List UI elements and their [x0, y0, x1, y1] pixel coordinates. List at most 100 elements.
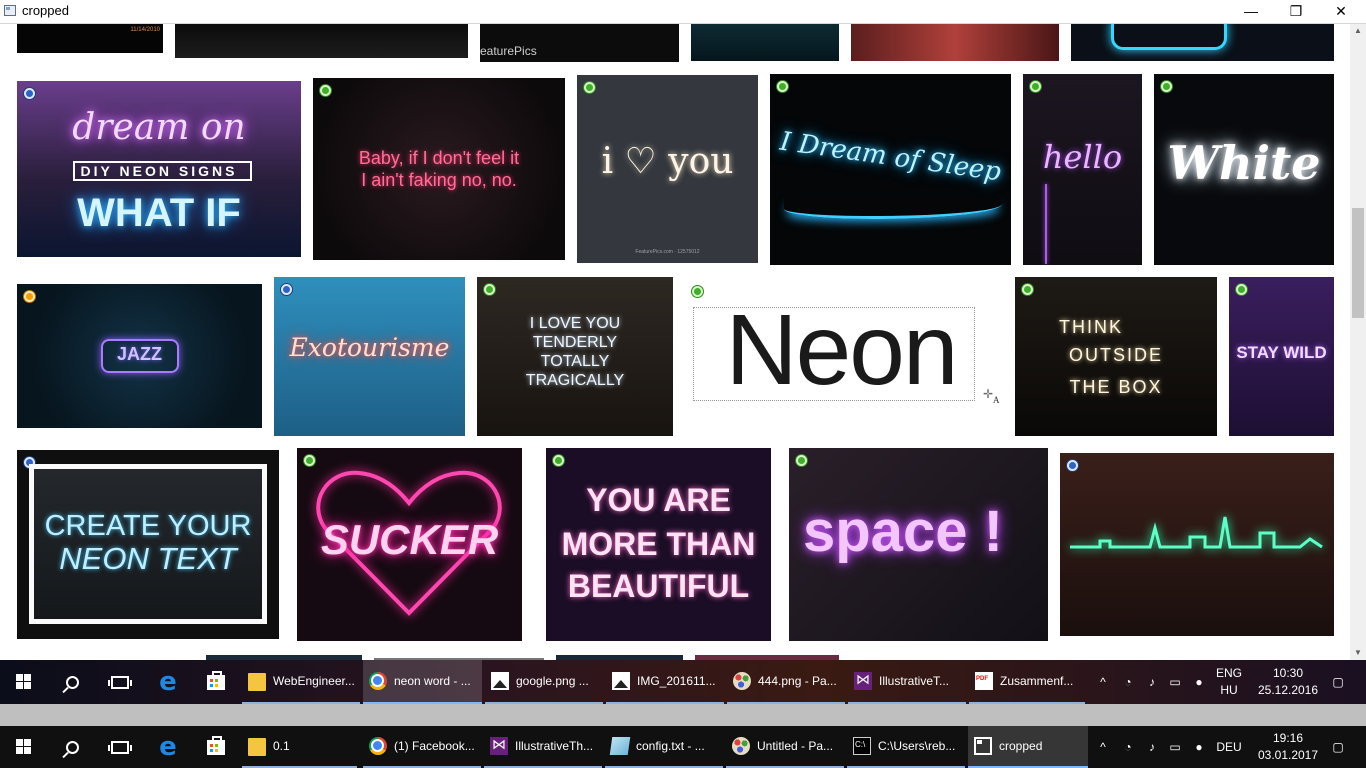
chrome-icon: [369, 672, 387, 690]
scroll-down-arrow-icon[interactable]: ▼: [1350, 646, 1366, 660]
edge-button[interactable]: e: [144, 660, 192, 704]
paint-icon: [733, 672, 751, 690]
thumbnail-top-4[interactable]: [691, 24, 839, 61]
thumbnail-dream-of-sleep[interactable]: I Dream of Sleep: [770, 74, 1011, 265]
thumbnail-exotourisme[interactable]: Exotourisme: [274, 277, 465, 436]
taskbar-app-button[interactable]: IllustrativeT...: [848, 660, 966, 704]
thumbnail-top-2[interactable]: [175, 24, 468, 58]
language-indicator[interactable]: DEU: [1212, 726, 1246, 768]
thumbnail-hello[interactable]: hello: [1023, 74, 1142, 265]
taskbar-app-button[interactable]: neon word - ...: [363, 660, 482, 704]
scroll-up-arrow-icon[interactable]: ▲: [1350, 24, 1366, 38]
thumbnail-dream-on[interactable]: dream on DIY NEON SIGNS WHAT IF: [17, 81, 301, 257]
edge-icon: e: [159, 732, 177, 762]
folder-icon: [248, 673, 266, 691]
neon-shape: [1111, 24, 1227, 50]
notification-center-icon[interactable]: ▢: [1320, 660, 1356, 704]
watermark-text: eaturePics: [480, 44, 537, 58]
thumbnail-beautiful[interactable]: YOU ARE MORE THAN BEAUTIFUL: [546, 448, 771, 641]
taskbar-app-button[interactable]: config.txt - ...: [605, 726, 723, 768]
source-badge-icon: [320, 85, 331, 96]
notification-center-icon[interactable]: ▢: [1320, 726, 1356, 768]
language-indicator[interactable]: ENG HU: [1212, 660, 1246, 704]
thumbnail-stay-wild[interactable]: STAY WILD: [1229, 277, 1334, 436]
neon-text: TRAGICALLY: [525, 372, 625, 389]
notepad-icon: [609, 737, 631, 755]
thumbnail-baby[interactable]: Baby, if I don't feel it I ain't faking …: [313, 78, 565, 260]
clock[interactable]: 10:30 25.12.2016: [1252, 660, 1324, 704]
tray-chevron-icon[interactable]: ^: [1094, 726, 1112, 768]
source-badge-icon: [1236, 284, 1247, 295]
battery-icon[interactable]: ▭: [1164, 726, 1186, 768]
scrollbar-thumb[interactable]: [1352, 208, 1364, 318]
image-viewer-icon: [491, 672, 509, 690]
neon-text: Neon: [725, 294, 958, 406]
clock[interactable]: 19:16 03.01.2017: [1252, 726, 1324, 768]
neon-text: I LOVE YOU: [529, 315, 621, 332]
neon-text: NEON TEXT: [59, 541, 237, 576]
windows-logo-icon: [16, 674, 32, 690]
taskbar: e 0.1 (1) Facebook... IllustrativeTh... …: [0, 726, 1366, 768]
taskbar-app-button[interactable]: 0.1: [242, 726, 357, 768]
thumbnail-sucker[interactable]: SUCKER: [297, 448, 522, 641]
start-button[interactable]: [0, 726, 48, 768]
maximize-button[interactable]: ❐: [1273, 0, 1319, 23]
thumbnail-space[interactable]: space !: [789, 448, 1048, 641]
task-view-button[interactable]: [96, 660, 144, 704]
thumbnail-i-love-you[interactable]: i ♡ you FeaturePics.com · 12575012: [577, 75, 758, 263]
edge-button[interactable]: e: [144, 726, 192, 768]
store-button[interactable]: [192, 660, 240, 704]
vertical-scrollbar[interactable]: ▲ ▼: [1350, 24, 1366, 660]
neon-text: space !: [803, 499, 1003, 564]
thumbnail-create-neon[interactable]: CREATE YOUR NEON TEXT: [17, 450, 279, 639]
volume-icon[interactable]: ♪: [1141, 726, 1163, 768]
taskbar-app-button[interactable]: Zusammenf...: [969, 660, 1085, 704]
network-globe-icon[interactable]: ●: [1188, 726, 1210, 768]
command-prompt-icon: C:\: [853, 737, 871, 755]
image-results-grid: 11/14/2010 eaturePics dream on DIY NEON …: [0, 24, 1366, 660]
window-titlebar: cropped — ❐ ✕: [0, 0, 1366, 24]
source-badge-icon: [796, 455, 807, 466]
volume-icon[interactable]: ♪: [1141, 660, 1163, 704]
thumbnail-top-5[interactable]: [851, 24, 1059, 61]
store-button[interactable]: [192, 726, 240, 768]
thumbnail-top-1[interactable]: 11/14/2010: [17, 24, 163, 53]
thumbnail-top-3[interactable]: eaturePics: [480, 24, 679, 62]
wifi-icon[interactable]: ◔: [1117, 660, 1139, 704]
keyboard-layout: HU: [1220, 683, 1238, 697]
tray-chevron-icon[interactable]: ^: [1094, 660, 1112, 704]
taskbar-app-button[interactable]: C:\ C:\Users\reb...: [847, 726, 965, 768]
thumbnail-white[interactable]: White: [1154, 74, 1334, 265]
taskbar-app-button[interactable]: Untitled - Pa...: [726, 726, 844, 768]
neon-text: TOTALLY: [540, 353, 610, 370]
thumbnail-think-outside[interactable]: THINK OUTSIDE THE BOX: [1015, 277, 1217, 436]
task-view-button[interactable]: [96, 726, 144, 768]
battery-icon[interactable]: ▭: [1164, 660, 1186, 704]
pdf-icon: [975, 672, 993, 690]
network-globe-icon[interactable]: ●: [1188, 660, 1210, 704]
gap-strip: [0, 704, 1366, 726]
wifi-icon[interactable]: ◔: [1117, 726, 1139, 768]
start-button[interactable]: [0, 660, 48, 704]
app-window-icon: [4, 5, 16, 16]
taskbar-app-button[interactable]: WebEngineer...: [242, 660, 360, 704]
neon-text: WHAT IF: [77, 191, 241, 235]
taskbar-app-button[interactable]: cropped: [968, 726, 1088, 768]
source-badge-icon: [24, 88, 35, 99]
search-button[interactable]: [48, 660, 96, 704]
thumbnail-jazz[interactable]: JAZZ: [17, 284, 262, 428]
thumbnail-love-tenderly[interactable]: I LOVE YOU TENDERLY TOTALLY TRAGICALLY: [477, 277, 673, 436]
taskbar-app-button[interactable]: google.png ...: [485, 660, 603, 704]
thumbnail-skyline[interactable]: [1060, 453, 1334, 636]
close-button[interactable]: ✕: [1318, 0, 1364, 23]
taskbar-app-button[interactable]: (1) Facebook...: [363, 726, 481, 768]
search-button[interactable]: [48, 726, 96, 768]
neon-text: hello: [1042, 138, 1123, 176]
minimize-button[interactable]: —: [1228, 0, 1274, 23]
taskbar-app-button[interactable]: IMG_201611...: [606, 660, 724, 704]
neon-text: YOU ARE: [586, 482, 731, 518]
taskbar-app-button[interactable]: IllustrativeTh...: [484, 726, 602, 768]
taskbar-app-button[interactable]: 444.png - Pa...: [727, 660, 845, 704]
thumbnail-neon-word[interactable]: Neon ✛ A: [685, 279, 1003, 436]
thumbnail-top-6[interactable]: [1071, 24, 1334, 61]
